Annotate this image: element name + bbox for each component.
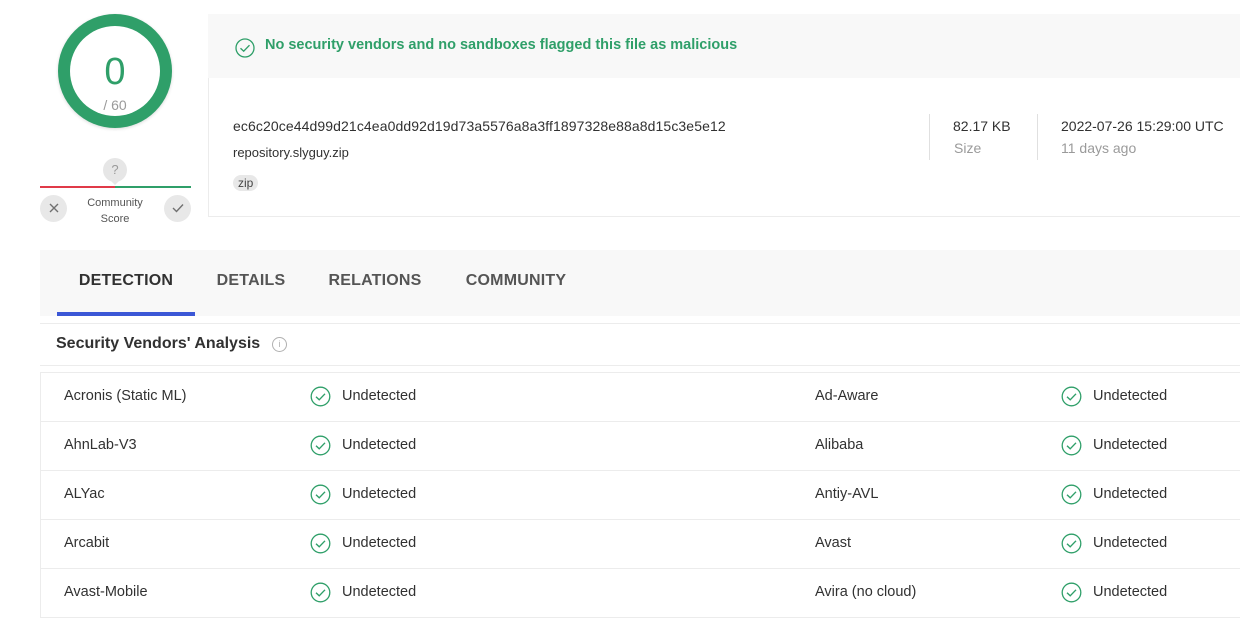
result-label: Undetected — [1093, 486, 1168, 502]
check-circle-icon — [235, 38, 255, 58]
vendor-name: Arcabit — [64, 535, 110, 551]
table-row: Avast-Mobile Undetected Avira (no cloud)… — [41, 569, 1240, 618]
check-circle-icon — [1061, 386, 1082, 407]
file-info-panel: ec6c20ce44d99d21c4ea0dd92d19d73a5576a8a3… — [208, 78, 1240, 217]
check-circle-icon — [1061, 484, 1082, 505]
question-icon: ? — [103, 158, 127, 182]
vendor-name: Avast-Mobile — [64, 584, 148, 600]
community-label-line2: Score — [100, 213, 130, 225]
verdict-banner: No security vendors and no sandboxes fla… — [208, 14, 1240, 78]
community-score-label: Community Score — [74, 195, 156, 227]
engine-total: / 60 — [103, 97, 127, 113]
result-label: Undetected — [1093, 437, 1168, 453]
community-label-line1: Community — [87, 197, 143, 209]
result-label: Undetected — [342, 388, 417, 404]
table-row: AhnLab-V3 Undetected Alibaba Undetected — [41, 422, 1240, 471]
scan-date-relative: 11 days ago — [1061, 140, 1137, 156]
check-circle-icon — [310, 435, 331, 456]
table-row: Acronis (Static ML) Undetected Ad-Aware … — [41, 373, 1240, 422]
community-bar-malicious — [40, 186, 115, 188]
result-label: Undetected — [342, 437, 417, 453]
vendor-name: Alibaba — [815, 437, 864, 453]
check-circle-icon — [1061, 582, 1082, 603]
tab-relations[interactable]: RELATIONS — [318, 250, 432, 316]
file-size-label: Size — [954, 140, 982, 156]
result-label: Undetected — [1093, 584, 1168, 600]
tab-community[interactable]: COMMUNITY — [454, 250, 578, 316]
check-circle-icon — [310, 533, 331, 554]
tab-details[interactable]: DETAILS — [206, 250, 296, 316]
divider — [40, 323, 1240, 324]
vendor-results-table: Acronis (Static ML) Undetected Ad-Aware … — [40, 372, 1240, 618]
vendor-name: Ad-Aware — [815, 388, 879, 404]
close-icon — [49, 203, 58, 213]
vendor-name: ALYac — [64, 486, 105, 502]
file-name: repository.slyguy.zip — [233, 145, 349, 160]
divider — [929, 114, 930, 160]
result-label: Undetected — [342, 584, 417, 600]
check-circle-icon — [1061, 435, 1082, 456]
vendor-name: Avira (no cloud) — [815, 584, 917, 600]
check-circle-icon — [310, 582, 331, 603]
report-tabs: DETECTION DETAILS RELATIONS COMMUNITY — [40, 250, 1240, 316]
section-title: Security Vendors' Analysis — [56, 335, 261, 352]
detection-score-gauge: 0 / 60 — [58, 14, 172, 128]
vote-harmless-button[interactable] — [164, 195, 191, 222]
file-size-value: 82.17 KB — [953, 118, 1011, 134]
community-bar-harmless — [115, 186, 191, 188]
check-circle-icon — [1061, 533, 1082, 554]
info-icon[interactable]: i — [272, 337, 287, 352]
check-circle-icon — [310, 386, 331, 407]
divider — [1037, 114, 1038, 160]
score-pointer — [110, 180, 120, 185]
result-label: Undetected — [1093, 535, 1168, 551]
vendor-name: Avast — [815, 535, 852, 551]
detection-count: 0 — [104, 51, 126, 93]
vendor-name: AhnLab-V3 — [64, 437, 137, 453]
gauge-center: 0 / 60 — [70, 26, 160, 116]
vendor-name: Antiy-AVL — [815, 486, 879, 502]
vote-malicious-button[interactable] — [40, 195, 67, 222]
check-icon — [172, 204, 184, 213]
check-circle-icon — [310, 484, 331, 505]
table-row: ALYac Undetected Antiy-AVL Undetected — [41, 471, 1240, 520]
scan-date-value: 2022-07-26 15:29:00 UTC — [1061, 118, 1224, 134]
vendor-name: Acronis (Static ML) — [64, 388, 187, 404]
verdict-message: No security vendors and no sandboxes fla… — [265, 37, 738, 53]
result-label: Undetected — [342, 535, 417, 551]
divider — [40, 365, 1240, 366]
community-score: ? Community Score — [40, 158, 191, 230]
result-label: Undetected — [342, 486, 417, 502]
result-label: Undetected — [1093, 388, 1168, 404]
table-row: Arcabit Undetected Avast Undetected — [41, 520, 1240, 569]
file-hash[interactable]: ec6c20ce44d99d21c4ea0dd92d19d73a5576a8a3… — [233, 118, 726, 134]
file-tag[interactable]: zip — [233, 175, 259, 191]
tab-detection[interactable]: DETECTION — [57, 250, 195, 316]
